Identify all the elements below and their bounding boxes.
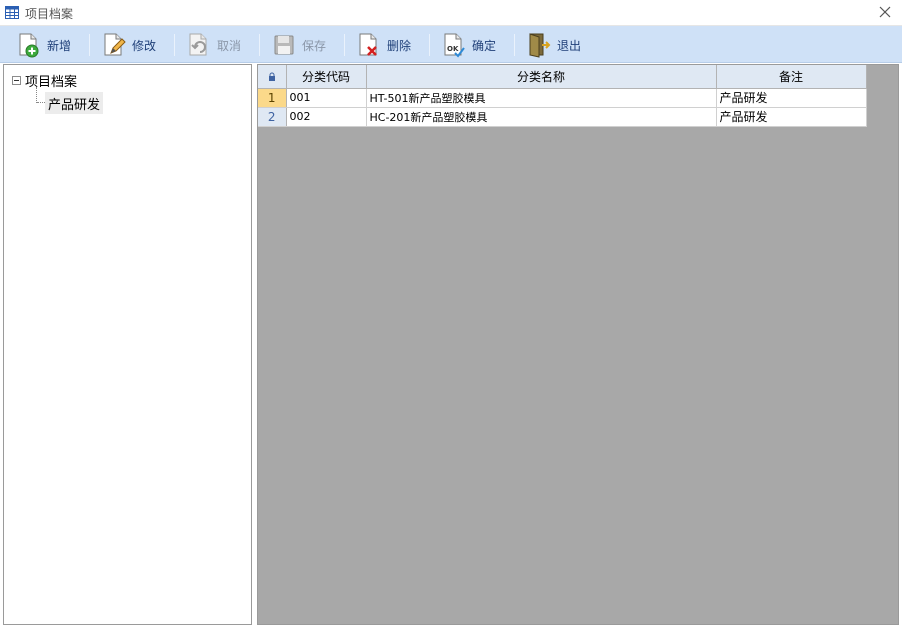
ok-button[interactable]: OK 确定	[442, 30, 496, 60]
toolbar-separator	[174, 34, 175, 56]
column-header-name[interactable]: 分类名称	[366, 65, 717, 89]
cancel-button-label: 取消	[217, 38, 242, 53]
toolbar-separator	[429, 34, 430, 56]
toolbar-separator	[89, 34, 90, 56]
save-button[interactable]: 保存	[272, 30, 326, 60]
save-icon	[274, 35, 294, 55]
cell-code[interactable]: 001	[286, 88, 367, 108]
tree-item-product-dev[interactable]: 产品研发	[45, 92, 104, 114]
grid-header-row: 分类代码 分类名称 备注	[258, 65, 867, 89]
undo-icon	[189, 33, 207, 56]
ok-icon: OK	[444, 33, 465, 58]
ok-button-label: 确定	[472, 38, 497, 53]
cell-code[interactable]: 002	[286, 107, 367, 127]
delete-button-label: 删除	[387, 38, 412, 53]
column-header-code[interactable]: 分类代码	[286, 65, 367, 89]
tree-root-item[interactable]: 项目档案	[12, 71, 77, 90]
toolbar-separator	[259, 34, 260, 56]
table-icon	[5, 6, 19, 19]
title-bar: 项目档案	[0, 0, 902, 26]
delete-icon	[359, 33, 377, 56]
exit-button-label: 退出	[557, 38, 582, 53]
svg-text:OK: OK	[447, 45, 459, 53]
save-button-label: 保存	[302, 38, 327, 53]
cancel-button[interactable]: 取消	[187, 30, 241, 60]
column-header-note[interactable]: 备注	[716, 65, 867, 89]
row-header-corner[interactable]	[258, 65, 287, 89]
new-button-label: 新增	[47, 38, 72, 53]
tree-connector	[36, 87, 37, 103]
exit-button[interactable]: 退出	[527, 30, 581, 60]
close-icon[interactable]	[876, 3, 894, 21]
row-number[interactable]: 2	[258, 107, 287, 127]
lock-icon	[268, 72, 275, 82]
row-number[interactable]: 1	[258, 88, 287, 108]
table-row[interactable]: 2 002 HC-201新产品塑胶模具 产品研发	[258, 107, 867, 127]
tree-item-label: 产品研发	[48, 98, 101, 113]
exit-icon	[529, 33, 551, 58]
delete-button[interactable]: 删除	[357, 30, 411, 60]
cell-name[interactable]: HT-501新产品塑胶模具	[366, 88, 717, 108]
edit-button[interactable]: 修改	[102, 30, 156, 60]
edit-button-label: 修改	[132, 38, 157, 53]
grid-table: 分类代码 分类名称 备注 1 001 HT-501新产品塑胶模具 产品研发 2 …	[258, 65, 867, 127]
tree-root-label: 项目档案	[25, 75, 78, 90]
cell-name[interactable]: HC-201新产品塑胶模具	[366, 107, 717, 127]
edit-icon	[104, 33, 126, 56]
collapse-icon[interactable]	[12, 76, 21, 85]
cell-note[interactable]: 产品研发	[716, 88, 867, 108]
tree-connector	[37, 102, 45, 103]
category-tree: 项目档案 产品研发	[3, 64, 252, 625]
new-doc-icon	[19, 33, 39, 58]
toolbar: 新增 修改 取消 保存 删除 OK 确定 退出	[0, 26, 902, 63]
window-title: 项目档案	[25, 7, 74, 21]
toolbar-separator	[514, 34, 515, 56]
new-button[interactable]: 新增	[17, 30, 71, 60]
table-row[interactable]: 1 001 HT-501新产品塑胶模具 产品研发	[258, 88, 867, 108]
data-grid: 分类代码 分类名称 备注 1 001 HT-501新产品塑胶模具 产品研发 2 …	[257, 64, 899, 625]
toolbar-separator	[344, 34, 345, 56]
cell-note[interactable]: 产品研发	[716, 107, 867, 127]
